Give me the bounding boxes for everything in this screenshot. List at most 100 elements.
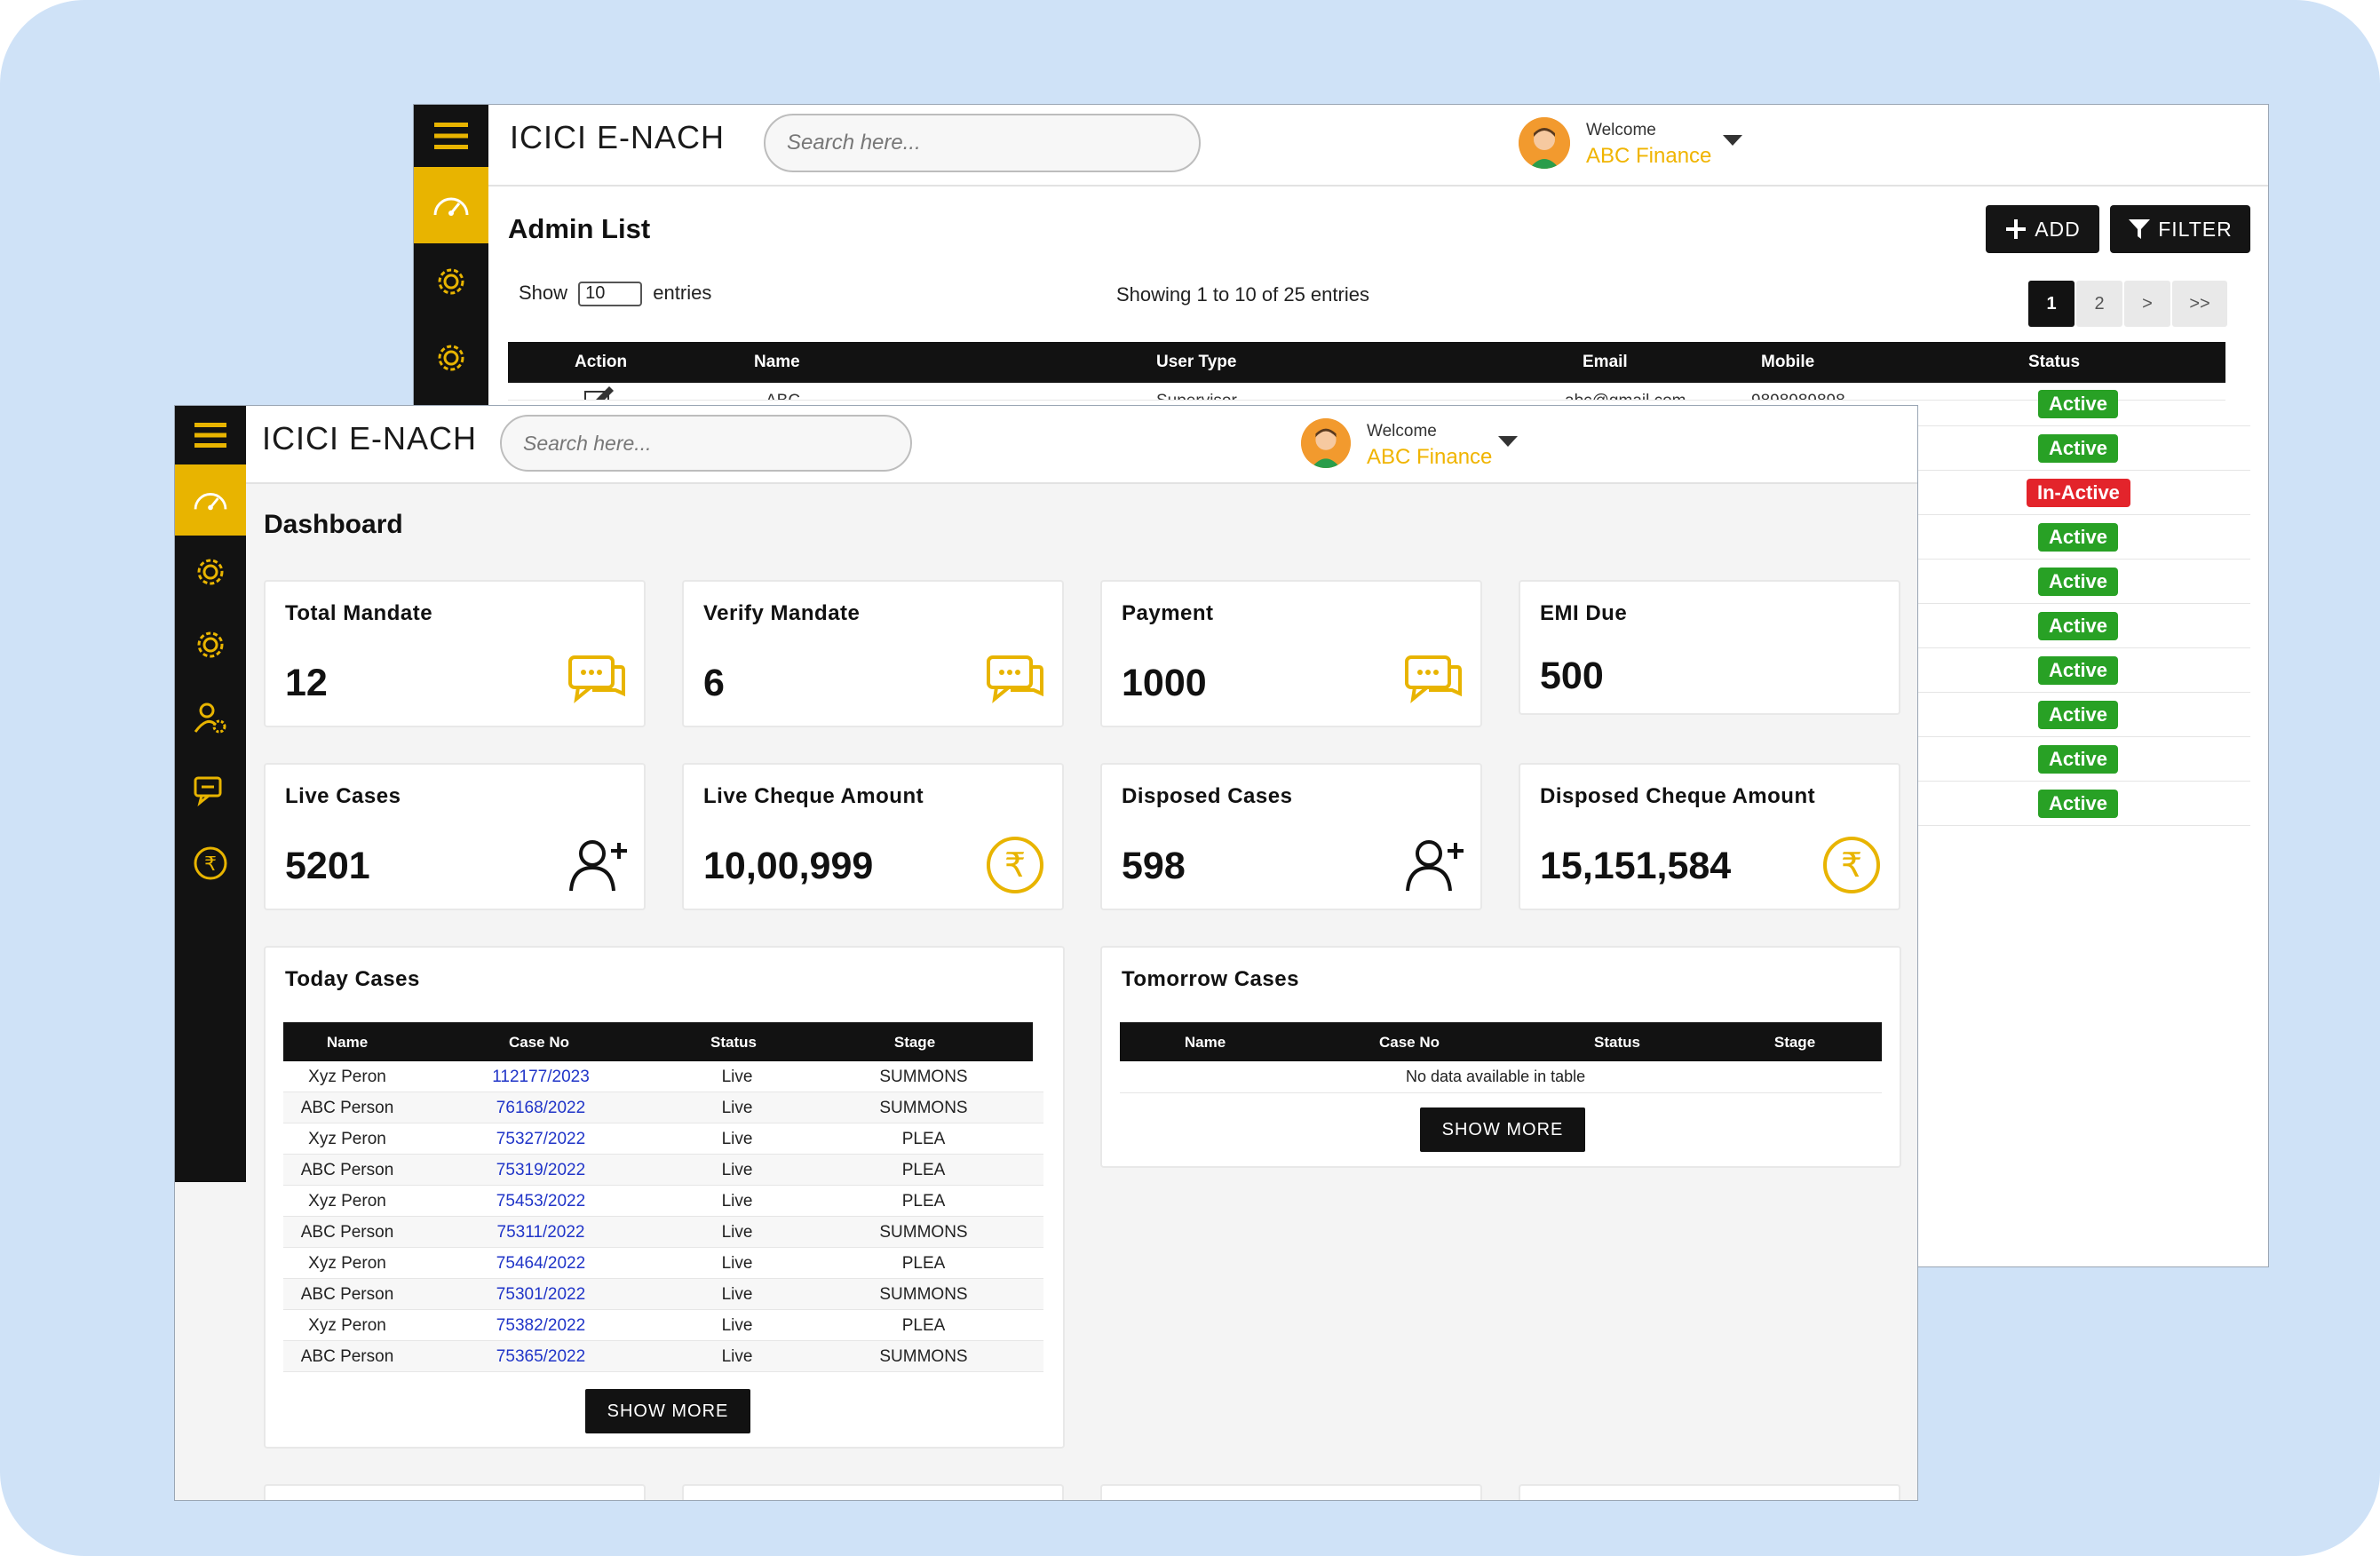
column-header: Case No: [508, 1034, 570, 1051]
status-cell: Active: [1916, 693, 2250, 737]
chat-icon: [568, 655, 625, 703]
gear-icon: [197, 631, 224, 658]
case-status: Live: [721, 1192, 753, 1211]
next-page-button[interactable]: >: [2124, 281, 2170, 327]
admin-mobile: 9898989898: [1751, 392, 1845, 400]
stat-card-total-mandate[interactable]: Total Mandate 12: [264, 580, 646, 727]
stat-card-disposed-cases[interactable]: Disposed Cases 598: [1100, 763, 1482, 910]
stat-card-partial: [1519, 1484, 1900, 1500]
avatar[interactable]: [1519, 117, 1570, 169]
case-number-link[interactable]: 76168/2022: [496, 1099, 585, 1118]
case-number-link[interactable]: 75319/2022: [496, 1161, 585, 1180]
search-input[interactable]: [764, 114, 1201, 172]
case-number-link[interactable]: 75453/2022: [496, 1192, 585, 1211]
status-badge: Active: [2038, 701, 2119, 729]
case-status: Live: [721, 1285, 753, 1304]
column-header: Status: [710, 1034, 757, 1051]
sidebar-item-dashboard[interactable]: [414, 167, 488, 243]
sidebar: ₹: [175, 406, 246, 1182]
column-header: Case No: [1378, 1034, 1440, 1051]
menu-icon[interactable]: [175, 406, 246, 464]
sidebar-item-user-settings[interactable]: [175, 681, 246, 754]
sidebar-item-settings[interactable]: [414, 243, 488, 320]
case-status: Live: [721, 1068, 753, 1086]
app-brand: ICICI E-NACH: [262, 420, 478, 456]
card-title: Tomorrow Cases: [1122, 967, 1299, 991]
case-number-link[interactable]: 75365/2022: [496, 1347, 585, 1367]
sidebar-item-settings[interactable]: [175, 536, 246, 608]
rupee-icon: ₹: [987, 837, 1043, 893]
column-header: Status: [2028, 353, 2081, 371]
case-stage: PLEA: [901, 1254, 946, 1273]
last-page-button[interactable]: >>: [2172, 281, 2227, 327]
case-number-link[interactable]: 75464/2022: [496, 1254, 585, 1274]
case-stage: PLEA: [901, 1192, 946, 1211]
case-name: ABC Person: [300, 1099, 394, 1117]
stat-card-partial: [682, 1484, 1064, 1500]
stat-card-verify-mandate[interactable]: Verify Mandate 6: [682, 580, 1064, 727]
speedometer-icon: [194, 493, 227, 511]
column-header: Status: [1594, 1034, 1640, 1051]
today-show-more-button[interactable]: SHOW MORE: [585, 1389, 750, 1433]
avatar[interactable]: [1301, 418, 1351, 468]
case-number-link[interactable]: 75311/2022: [497, 1223, 585, 1242]
status-cell: Active: [1916, 560, 2250, 604]
case-name: Xyz Peron: [308, 1130, 386, 1148]
filter-button[interactable]: FILTER: [2110, 205, 2250, 253]
stat-card-emi-due[interactable]: EMI Due 500: [1519, 580, 1900, 715]
case-status: Live: [721, 1316, 753, 1335]
tomorrow-table-header: Name Case No Status Stage: [1120, 1022, 1882, 1061]
case-name: ABC Person: [300, 1161, 394, 1179]
entries-select[interactable]: 10: [578, 282, 643, 307]
search-input[interactable]: [500, 415, 912, 472]
case-number-link[interactable]: 112177/2023: [492, 1068, 590, 1087]
tomorrow-show-more-button[interactable]: SHOW MORE: [1420, 1107, 1585, 1152]
chevron-down-icon[interactable]: [1498, 436, 1518, 447]
sidebar-item-dashboard[interactable]: [175, 464, 246, 536]
add-label: ADD: [2035, 217, 2081, 241]
gear-icon: [438, 345, 464, 371]
case-name: ABC Person: [300, 1285, 394, 1304]
sidebar-item-messages[interactable]: [175, 754, 246, 827]
add-button[interactable]: ADD: [1986, 205, 2099, 253]
stat-card-disposed-cheque-amount[interactable]: Disposed Cheque Amount 15,151,584 ₹: [1519, 763, 1900, 910]
plus-icon: [2006, 219, 2027, 239]
status-cell: Active: [1916, 604, 2250, 648]
today-cases-card: Today Cases Name Case No Status Stage Xy…: [264, 946, 1065, 1449]
status-badge: Active: [2038, 656, 2119, 685]
status-cell: Active: [1916, 782, 2250, 826]
table-row: ABC Person 75311/2022 Live SUMMONS: [283, 1217, 1043, 1248]
page-2-button[interactable]: 2: [2076, 281, 2122, 327]
today-table-body: Xyz Peron 112177/2023 Live SUMMONS ABC Pers…: [283, 1061, 1043, 1374]
dashboard-window: ₹ ICICI E-NACH Welcome ABC Finance Dashb…: [174, 405, 1918, 1501]
admin-email: abc@gmail.com: [1565, 392, 1686, 400]
filter-label: FILTER: [2158, 217, 2233, 241]
menu-icon[interactable]: [414, 105, 488, 167]
stat-card-payment[interactable]: Payment 1000: [1100, 580, 1482, 727]
stat-label: Live Cheque Amount: [703, 784, 924, 808]
header: ICICI E-NACH Welcome ABC Finance: [488, 105, 2268, 187]
svg-text:₹: ₹: [1004, 845, 1026, 885]
edit-icon[interactable]: [583, 385, 616, 401]
chevron-down-icon[interactable]: [1723, 135, 1742, 146]
page-1-button[interactable]: 1: [2028, 281, 2075, 327]
status-badge: Active: [2038, 390, 2119, 418]
gear-icon: [438, 268, 464, 295]
stat-card-live-cases[interactable]: Live Cases 5201: [264, 763, 646, 910]
case-stage: SUMMONS: [879, 1099, 968, 1117]
case-stage: PLEA: [901, 1130, 946, 1148]
user-gear-icon: [194, 703, 226, 734]
sidebar-item-config[interactable]: [175, 608, 246, 681]
sidebar-item-config[interactable]: [414, 320, 488, 396]
table-row: Xyz Peron 75453/2022 Live PLEA: [283, 1186, 1043, 1217]
case-number-link[interactable]: 75327/2022: [496, 1130, 585, 1149]
column-header: User Type: [1156, 353, 1237, 371]
stat-value: 598: [1122, 845, 1186, 887]
admin-table-header: Action Name User Type Email Mobile Statu…: [508, 342, 2225, 383]
stat-card-live-cheque-amount[interactable]: Live Cheque Amount 10,00,999 ₹: [682, 763, 1064, 910]
sidebar-item-payments[interactable]: ₹: [175, 827, 246, 900]
case-number-link[interactable]: 75382/2022: [496, 1316, 585, 1336]
backdrop: ICICI E-NACH Welcome ABC Finance Admin L…: [0, 0, 2380, 1556]
case-number-link[interactable]: 75301/2022: [496, 1285, 585, 1305]
status-cell: Active: [1916, 515, 2250, 560]
